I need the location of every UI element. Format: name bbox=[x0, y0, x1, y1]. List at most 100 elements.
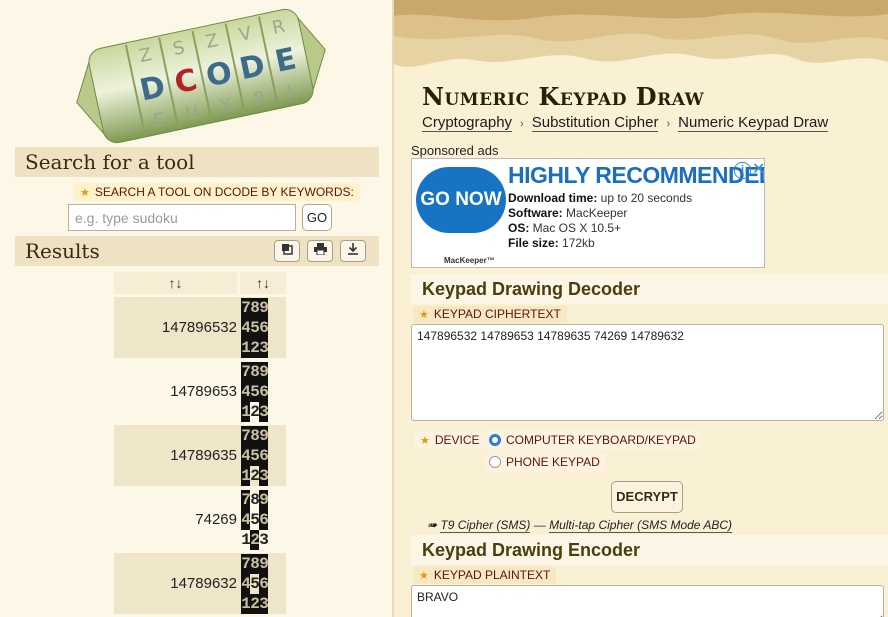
keypad-line: 456 bbox=[241, 510, 269, 530]
keypad-key: 9 bbox=[259, 298, 269, 318]
decrypt-button[interactable]: DECRYPT bbox=[611, 481, 683, 513]
keypad-line: 789 bbox=[241, 554, 269, 574]
go-button[interactable]: GO bbox=[302, 204, 332, 231]
keypad-key: 4 bbox=[241, 382, 251, 402]
link-t9-cipher[interactable]: T9 Cipher (SMS) bbox=[440, 518, 531, 533]
keypad-line: 789 bbox=[241, 362, 269, 382]
related-links: ➠ T9 Cipher (SMS) — Multi-tap Cipher (SM… bbox=[427, 518, 733, 533]
keypad-key: 1 bbox=[241, 466, 251, 486]
print-icon bbox=[313, 243, 327, 256]
radio-checked-icon[interactable] bbox=[489, 434, 501, 446]
radio-computer-keyboard[interactable]: COMPUTER KEYBOARD/KEYPAD bbox=[485, 430, 702, 450]
keypad-key: 5 bbox=[250, 446, 260, 466]
keypad-line: 456 bbox=[241, 318, 269, 338]
ad-line-key: Software: bbox=[508, 206, 563, 220]
keypad-line: 789 bbox=[241, 298, 269, 318]
plaintext-label-text: KEYPAD PLAINTEXT bbox=[433, 568, 551, 582]
print-button[interactable] bbox=[307, 240, 333, 262]
encoder-section-title: Keypad Drawing Encoder bbox=[411, 535, 888, 565]
download-button[interactable] bbox=[340, 240, 366, 262]
keypad-key: 5 bbox=[250, 575, 260, 593]
sort-column-2[interactable]: ↑↓ bbox=[240, 272, 286, 294]
ad-headline[interactable]: HIGHLY RECOMMENDED bbox=[508, 162, 764, 189]
keypad-key: 6 bbox=[259, 446, 269, 466]
keypad-key: 2 bbox=[250, 338, 260, 358]
search-label-text: SEARCH A TOOL ON DCODE BY KEYWORDS: bbox=[94, 185, 354, 199]
radio-phone-keypad-label: PHONE KEYPAD bbox=[506, 455, 600, 469]
ad-line: File size: 172kb bbox=[508, 236, 595, 250]
keypad-line: 123 bbox=[241, 530, 269, 550]
links-separator: — bbox=[530, 518, 550, 532]
keypad-key: 9 bbox=[259, 554, 269, 574]
keypad-drawing: 789 456 123 bbox=[241, 298, 269, 358]
advertisement[interactable]: GO NOW HIGHLY RECOMMENDED i ✕ Download t… bbox=[411, 158, 765, 268]
ad-line-value: up to 20 seconds bbox=[597, 191, 693, 205]
result-row: 14789653 789 456 123 bbox=[114, 361, 286, 422]
page-title: Numeric Keypad Draw bbox=[422, 82, 705, 111]
plaintext-input[interactable]: BRAVO bbox=[411, 585, 884, 617]
keypad-key: 2 bbox=[250, 403, 260, 421]
keypad-key: 7 bbox=[241, 554, 251, 574]
result-row: 14789632 789 456 123 bbox=[114, 553, 286, 614]
result-row: 147896532 789 456 123 bbox=[114, 297, 286, 358]
parchment-header-decoration bbox=[394, 0, 888, 67]
keypad-key: 9 bbox=[259, 362, 269, 382]
breadcrumb-separator-icon: › bbox=[666, 118, 671, 130]
keypad-key: 3 bbox=[259, 594, 269, 614]
keypad-key: 5 bbox=[250, 511, 260, 529]
keypad-key: 3 bbox=[259, 338, 269, 358]
breadcrumb-substitution-cipher[interactable]: Substitution Cipher bbox=[531, 114, 659, 132]
keypad-drawing: 789 456 123 bbox=[241, 490, 269, 550]
ciphertext-input[interactable]: 147896532 14789653 14789635 74269 147896… bbox=[411, 324, 884, 421]
ad-line: Download time: up to 20 seconds bbox=[508, 191, 692, 205]
dcode-logo[interactable]: D C O D E ZSZVR EUXPL bbox=[56, 6, 346, 144]
radio-unchecked-icon[interactable] bbox=[489, 456, 501, 468]
decoder-section-title: Keypad Drawing Decoder bbox=[411, 274, 888, 304]
download-icon bbox=[348, 243, 358, 255]
keypad-key: 7 bbox=[241, 362, 251, 382]
radio-phone-keypad[interactable]: PHONE KEYPAD bbox=[485, 452, 606, 472]
link-multi-tap-cipher[interactable]: Multi-tap Cipher (SMS Mode ABC) bbox=[549, 518, 733, 533]
search-panel-header: Search for a tool bbox=[15, 147, 379, 177]
keypad-line: 123 bbox=[241, 402, 269, 422]
ciphertext-label: ★ KEYPAD CIPHERTEXT bbox=[413, 306, 567, 323]
result-row: 14789635 789 456 123 bbox=[114, 425, 286, 486]
result-code: 14789653 bbox=[170, 383, 237, 400]
ad-line-value: Mac OS X 10.5+ bbox=[529, 221, 622, 235]
search-panel-title: Search for a tool bbox=[25, 150, 195, 174]
keypad-key: 1 bbox=[241, 594, 251, 614]
star-icon: ★ bbox=[419, 309, 429, 321]
keypad-key: 6 bbox=[259, 382, 269, 402]
search-label: ★ SEARCH A TOOL ON DCODE BY KEYWORDS: bbox=[74, 183, 360, 201]
result-code: 147896532 bbox=[161, 319, 237, 336]
keypad-key: 1 bbox=[241, 531, 251, 549]
keypad-key: 2 bbox=[250, 530, 260, 550]
ad-info-icon[interactable]: i bbox=[734, 162, 751, 179]
keypad-key: 6 bbox=[259, 318, 269, 338]
copy-button[interactable] bbox=[274, 240, 300, 262]
keypad-key: 4 bbox=[241, 446, 251, 466]
keypad-key: 3 bbox=[259, 402, 269, 422]
keypad-key: 1 bbox=[241, 402, 251, 422]
ad-line-key: File size: bbox=[508, 236, 559, 250]
search-input[interactable] bbox=[68, 204, 296, 231]
breadcrumb-cryptography[interactable]: Cryptography bbox=[422, 114, 513, 132]
copy-icon bbox=[282, 244, 293, 255]
keypad-key: 3 bbox=[259, 466, 269, 486]
ad-close-icon[interactable]: ✕ bbox=[752, 159, 764, 179]
breadcrumb-numeric-keypad-draw[interactable]: Numeric Keypad Draw bbox=[678, 114, 829, 132]
keypad-line: 123 bbox=[241, 466, 269, 486]
keypad-line: 123 bbox=[241, 338, 269, 358]
result-row: 74269 789 456 123 bbox=[114, 489, 286, 550]
keypad-drawing: 789 456 123 bbox=[241, 362, 269, 422]
ad-brand: MacKeeper™ bbox=[444, 256, 495, 265]
ad-go-now-button[interactable]: GO NOW bbox=[416, 167, 506, 233]
keypad-line: 456 bbox=[241, 382, 269, 402]
result-code: 14789635 bbox=[170, 447, 237, 464]
keypad-line: 456 bbox=[241, 574, 269, 594]
keypad-key: 8 bbox=[250, 298, 260, 318]
sort-column-1[interactable]: ↑↓ bbox=[114, 272, 237, 294]
arrow-icon: ➠ bbox=[427, 518, 441, 532]
plaintext-label: ★ KEYPAD PLAINTEXT bbox=[413, 567, 557, 584]
ad-line-key: Download time: bbox=[508, 191, 598, 205]
